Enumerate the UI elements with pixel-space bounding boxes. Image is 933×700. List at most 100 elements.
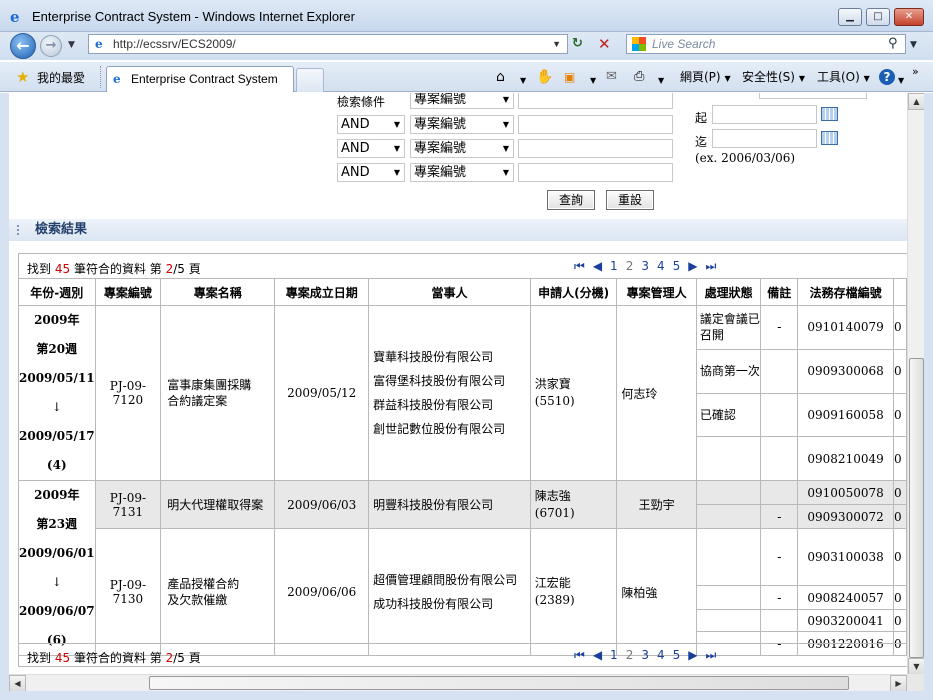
scroll-left-icon[interactable]: ◀ — [9, 675, 26, 692]
week-count: (4) — [46, 458, 67, 472]
last-page-icon[interactable]: ⏭ — [705, 648, 716, 662]
file-number: 0908210049 — [797, 436, 894, 481]
search-field-select-2[interactable]: 專案編號 ▼ — [410, 115, 514, 134]
windows-flag-icon — [632, 37, 646, 51]
feeds-icon[interactable]: ▣ — [564, 69, 575, 85]
help-icon[interactable]: ? — [879, 69, 895, 85]
home-icon[interactable]: ⌂ — [496, 69, 505, 85]
status-cell — [695, 585, 762, 610]
horizontal-scrollbar[interactable]: ◀ ▶ — [9, 674, 907, 692]
start-date-input[interactable] — [712, 105, 817, 124]
search-field-select-3[interactable]: 專案編號 ▼ — [410, 139, 514, 158]
maximize-button[interactable]: □ — [866, 8, 890, 26]
page-menu[interactable]: 網頁(P) ▼ — [680, 69, 731, 87]
end-date-label: 迄 — [695, 135, 708, 149]
safety-menu[interactable]: 安全性(S) ▼ — [742, 69, 805, 87]
page-link[interactable]: 1 — [610, 259, 618, 273]
search-value-input-1[interactable] — [518, 93, 673, 109]
table-row: 2009年 第23週 2009/06/01 ↓ 2009/06/07 (6) P… — [18, 480, 907, 656]
favorites-label[interactable]: 我的最愛 — [37, 70, 85, 86]
search-value-input-3[interactable] — [518, 139, 673, 158]
prev-page-icon[interactable]: ◀ — [593, 259, 602, 273]
favorites-star-icon[interactable]: ★ — [16, 68, 29, 86]
project-name-link[interactable]: 明大代理權取得案 — [160, 480, 276, 529]
more-chevron-icon[interactable]: » — [912, 64, 919, 80]
minimize-button[interactable]: ▁ — [838, 8, 862, 26]
col-header: 當事人 — [368, 278, 531, 306]
col-header: 法務存檔編號 — [797, 278, 894, 306]
page-link[interactable]: 5 — [673, 648, 681, 662]
last-page-icon[interactable]: ⏭ — [705, 259, 716, 273]
scroll-up-icon[interactable]: ▲ — [908, 93, 925, 110]
end-calendar-icon[interactable] — [821, 131, 838, 145]
found-summary-top: 找到 45 筆符合的資料 第 2/5 頁 — [27, 260, 201, 277]
print-dropdown-icon[interactable]: ▼ — [658, 73, 664, 89]
new-tab-button[interactable] — [296, 68, 324, 92]
tools-menu[interactable]: 工具(O) ▼ — [817, 69, 870, 87]
address-input[interactable]: e http://ecssrv/ECS2009/ ▼ — [88, 34, 568, 54]
end-date-input[interactable] — [712, 129, 817, 148]
horizontal-scroll-thumb[interactable] — [149, 676, 849, 690]
help-dropdown-icon[interactable]: ▼ — [898, 73, 904, 89]
refresh-icon[interactable]: ↻ — [572, 36, 583, 51]
project-name-cell[interactable]: 產品授權合約 及欠款催繳 — [160, 528, 276, 656]
next-page-icon[interactable]: ▶ — [688, 259, 697, 273]
print-icon[interactable]: ⎙ — [634, 69, 644, 85]
live-search-input[interactable]: Live Search — [626, 34, 906, 54]
history-chevron-down-icon[interactable]: ▼ — [68, 40, 75, 50]
page-link-current: 2 — [625, 648, 634, 662]
select-value: AND — [341, 117, 370, 132]
scroll-right-icon[interactable]: ▶ — [890, 675, 907, 692]
reset-button[interactable]: 重設 — [606, 190, 654, 210]
results-table: 年份-週別 專案編號 專案名稱 專案成立日期 當事人 申請人(分機) 專案管理人… — [18, 278, 907, 656]
chevron-down-icon: ▼ — [502, 120, 509, 129]
mail-icon[interactable]: ✉ — [606, 69, 617, 85]
search-value-input-4[interactable] — [518, 163, 673, 182]
page-link[interactable]: 5 — [673, 259, 681, 273]
search-op-select-4[interactable]: AND ▼ — [337, 163, 405, 182]
project-id-link[interactable]: PJ-09-7120 — [94, 305, 162, 481]
next-page-icon[interactable]: ▶ — [688, 648, 697, 662]
page-link[interactable]: 3 — [641, 259, 649, 273]
forward-arrow-icon[interactable]: → — [40, 35, 62, 57]
tab-enterprise-contract-system[interactable]: e Enterprise Contract System — [106, 66, 294, 92]
query-button[interactable]: 查詢 — [547, 190, 595, 210]
search-icon[interactable]: ⚲ — [888, 36, 898, 51]
prev-page-icon[interactable]: ◀ — [593, 648, 602, 662]
page-link[interactable]: 3 — [641, 648, 649, 662]
feeds-dropdown-icon[interactable]: ▼ — [590, 73, 596, 89]
search-op-select-3[interactable]: AND ▼ — [337, 139, 405, 158]
back-arrow-icon[interactable]: ← — [10, 33, 36, 59]
close-button[interactable]: ✕ — [894, 8, 924, 26]
search-options-chevron-icon[interactable]: ▼ — [910, 40, 917, 50]
scroll-down-icon[interactable]: ▼ — [908, 658, 925, 675]
page-link[interactable]: 4 — [657, 648, 665, 662]
results-section-title: 檢索結果 — [35, 222, 88, 237]
stop-icon[interactable]: ✕ — [598, 35, 611, 53]
date-type-select[interactable] — [759, 93, 867, 99]
page-link[interactable]: 1 — [610, 648, 618, 662]
address-dropdown-icon[interactable]: ▼ — [552, 35, 561, 53]
vertical-scroll-thumb[interactable] — [909, 358, 924, 658]
home-dropdown-icon[interactable]: ▼ — [520, 73, 526, 89]
start-calendar-icon[interactable] — [821, 107, 838, 121]
search-field-select-1[interactable]: 專案編號 ▼ — [410, 93, 514, 109]
hand-icon[interactable]: ✋ — [536, 69, 553, 85]
year: 2009年 — [34, 488, 80, 502]
search-value-input-2[interactable] — [518, 115, 673, 134]
applicant-ext: (2389) — [534, 593, 575, 607]
first-page-icon[interactable]: ⏮ — [574, 259, 585, 273]
project-id-link[interactable]: PJ-09-7131 — [94, 480, 162, 529]
search-op-select-2[interactable]: AND ▼ — [337, 115, 405, 134]
file-number: 0909300072 — [797, 504, 894, 529]
page-link[interactable]: 4 — [657, 259, 665, 273]
project-id-link[interactable]: PJ-09-7130 — [94, 528, 162, 656]
table-row: PJ-09-7130 產品授權合約 及欠款催繳 2009/06/06 超價管理顧問… — [19, 528, 907, 656]
overflow-cell: 0 — [892, 436, 907, 481]
first-page-icon[interactable]: ⏮ — [574, 648, 585, 662]
party: 群益科技股份有限公司 — [373, 398, 494, 412]
vertical-scrollbar[interactable]: ▲ ▼ — [907, 93, 925, 675]
project-name-cell[interactable]: 富事康集團採購 合約議定案 — [160, 305, 276, 481]
search-field-select-4[interactable]: 專案編號 ▼ — [410, 163, 514, 182]
tab-label: Enterprise Contract System — [131, 72, 278, 86]
